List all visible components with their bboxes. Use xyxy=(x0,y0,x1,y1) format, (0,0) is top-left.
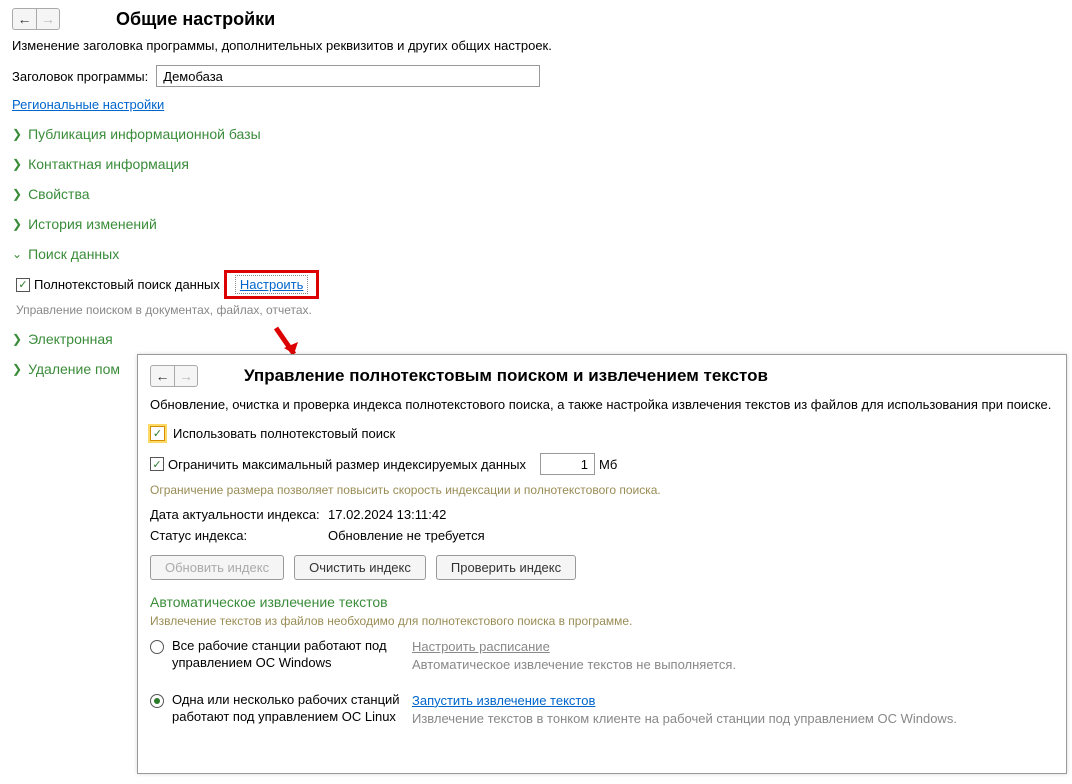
regional-settings-link[interactable]: Региональные настройки xyxy=(12,97,164,112)
fulltext-dialog: ← → Управление полнотекстовым поиском и … xyxy=(137,354,1067,774)
configure-link[interactable]: Настроить xyxy=(235,275,309,294)
index-date-value: 17.02.2024 13:11:42 xyxy=(328,507,446,522)
auto-extract-hint: Извлечение текстов из файлов необходимо … xyxy=(150,614,1054,628)
thin-client-hint: Извлечение текстов в тонком клиенте на р… xyxy=(412,710,957,728)
dialog-title: Управление полнотекстовым поиском и извл… xyxy=(244,366,768,386)
section-change-history-label: История изменений xyxy=(28,216,157,232)
chevron-right-icon: ❯ xyxy=(12,157,22,171)
chevron-right-icon: ❯ xyxy=(12,362,22,376)
run-extract-link[interactable]: Запустить извлечение текстов xyxy=(412,693,595,708)
clear-index-button[interactable]: Очистить индекс xyxy=(294,555,426,580)
forward-button[interactable]: → xyxy=(36,8,60,30)
page-subtitle: Изменение заголовка программы, дополните… xyxy=(12,38,1060,53)
index-date-label: Дата актуальности индекса: xyxy=(150,507,320,522)
auto-extract-heading: Автоматическое извлечение текстов xyxy=(150,594,1054,610)
use-fulltext-label: Использовать полнотекстовый поиск xyxy=(173,426,395,441)
section-email[interactable]: ❯ Электронная xyxy=(12,331,1060,347)
update-index-button[interactable]: Обновить индекс xyxy=(150,555,284,580)
section-data-search[interactable]: ⌄ Поиск данных xyxy=(12,246,1060,262)
fulltext-search-label: Полнотекстовый поиск данных xyxy=(34,277,220,292)
section-properties[interactable]: ❯ Свойства xyxy=(12,186,1060,202)
index-status-label: Статус индекса: xyxy=(150,528,320,543)
size-limit-hint: Ограничение размера позволяет повысить с… xyxy=(150,483,1054,497)
data-search-hint: Управление поиском в документах, файлах,… xyxy=(16,303,1060,317)
radio-windows[interactable] xyxy=(150,640,164,654)
section-contact-info-label: Контактная информация xyxy=(28,156,189,172)
fulltext-search-checkbox[interactable]: ✓ xyxy=(16,278,30,292)
chevron-right-icon: ❯ xyxy=(12,187,22,201)
chevron-right-icon: ❯ xyxy=(12,217,22,231)
radio-linux[interactable] xyxy=(150,694,164,708)
section-change-history[interactable]: ❯ История изменений xyxy=(12,216,1060,232)
use-fulltext-checkbox[interactable]: ✓ xyxy=(150,426,165,441)
section-deletion-label: Удаление пом xyxy=(28,361,120,377)
limit-size-input[interactable] xyxy=(540,453,595,475)
radio-linux-label: Одна или несколько рабочих станций работ… xyxy=(172,692,402,726)
highlight-annotation: Настроить xyxy=(224,270,320,299)
back-button[interactable]: ← xyxy=(12,8,36,30)
check-index-button[interactable]: Проверить индекс xyxy=(436,555,576,580)
mb-label: Мб xyxy=(599,457,617,472)
dialog-back-button[interactable]: ← xyxy=(150,365,174,387)
chevron-down-icon: ⌄ xyxy=(12,247,22,261)
page-title: Общие настройки xyxy=(116,9,275,30)
chevron-right-icon: ❯ xyxy=(12,332,22,346)
section-contact-info[interactable]: ❯ Контактная информация xyxy=(12,156,1060,172)
dialog-subtitle: Обновление, очистка и проверка индекса п… xyxy=(150,397,1054,412)
program-title-label: Заголовок программы: xyxy=(12,69,148,84)
program-title-input[interactable] xyxy=(156,65,540,87)
section-publication[interactable]: ❯ Публикация информационной базы xyxy=(12,126,1060,142)
index-status-value: Обновление не требуется xyxy=(328,528,485,543)
dialog-forward-button[interactable]: → xyxy=(174,365,198,387)
section-publication-label: Публикация информационной базы xyxy=(28,126,261,142)
section-properties-label: Свойства xyxy=(28,186,89,202)
radio-windows-label: Все рабочие станции работают под управле… xyxy=(172,638,402,672)
chevron-right-icon: ❯ xyxy=(12,127,22,141)
section-data-search-label: Поиск данных xyxy=(28,246,119,262)
configure-schedule-link[interactable]: Настроить расписание xyxy=(412,639,550,654)
section-email-label: Электронная xyxy=(28,331,113,347)
auto-extract-status: Автоматическое извлечение текстов не вып… xyxy=(412,656,736,674)
limit-size-checkbox[interactable]: ✓ xyxy=(150,457,164,471)
limit-size-label: Ограничить максимальный размер индексиру… xyxy=(168,457,526,472)
